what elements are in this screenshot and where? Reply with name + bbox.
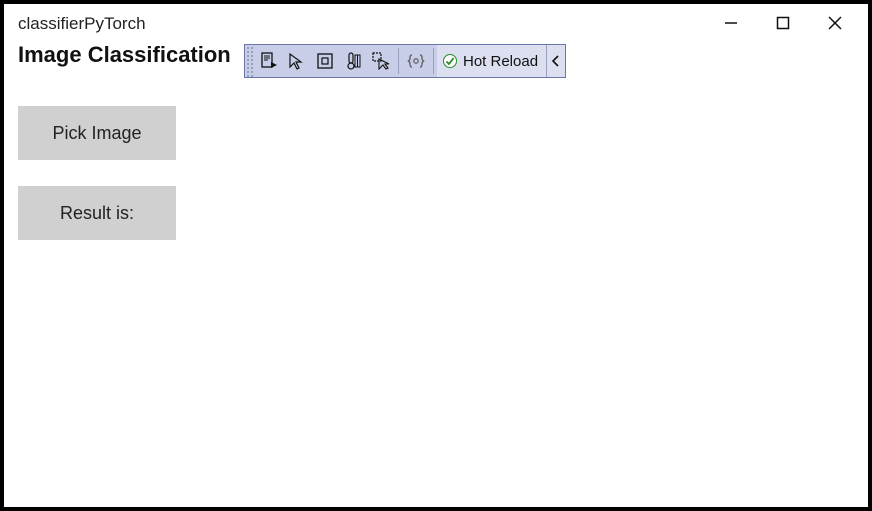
chevron-left-icon bbox=[551, 55, 561, 67]
pick-image-button[interactable]: Pick Image bbox=[18, 106, 176, 160]
select-element-button[interactable] bbox=[283, 45, 311, 77]
maximize-icon bbox=[776, 16, 790, 30]
display-layout-adorners-button[interactable] bbox=[311, 45, 339, 77]
toolbar-drag-handle[interactable] bbox=[245, 45, 255, 77]
window-title: classifierPyTorch bbox=[18, 14, 146, 34]
hot-reload-button[interactable]: Hot Reload bbox=[437, 45, 546, 77]
square-box-icon bbox=[316, 52, 334, 70]
xaml-binding-button[interactable] bbox=[402, 45, 430, 77]
track-focused-element-button[interactable] bbox=[339, 45, 367, 77]
check-circle-icon bbox=[443, 54, 457, 68]
result-label: Result is: bbox=[18, 186, 176, 240]
body-area: Pick Image Result is: bbox=[18, 68, 854, 240]
go-to-live-visual-tree-button[interactable] bbox=[367, 45, 395, 77]
live-visual-tree-button[interactable] bbox=[255, 45, 283, 77]
overflow-button[interactable] bbox=[546, 45, 565, 77]
thermometer-icon bbox=[344, 52, 362, 70]
app-window: classifierPyTorch Image Classification bbox=[0, 0, 872, 511]
braces-icon bbox=[407, 52, 425, 70]
minimize-button[interactable] bbox=[708, 8, 754, 38]
document-gear-icon bbox=[260, 52, 278, 70]
minimize-icon bbox=[724, 16, 738, 30]
window-controls bbox=[708, 8, 858, 40]
maximize-button[interactable] bbox=[760, 8, 806, 38]
close-button[interactable] bbox=[812, 8, 858, 38]
cursor-arrow-icon bbox=[372, 52, 390, 70]
hot-reload-label: Hot Reload bbox=[463, 53, 538, 70]
titlebar: classifierPyTorch bbox=[4, 4, 868, 40]
debug-toolbar: Hot Reload bbox=[244, 44, 566, 78]
close-icon bbox=[828, 16, 842, 30]
toolbar-separator bbox=[433, 48, 434, 74]
cursor-icon bbox=[288, 52, 306, 70]
toolbar-separator bbox=[398, 48, 399, 74]
